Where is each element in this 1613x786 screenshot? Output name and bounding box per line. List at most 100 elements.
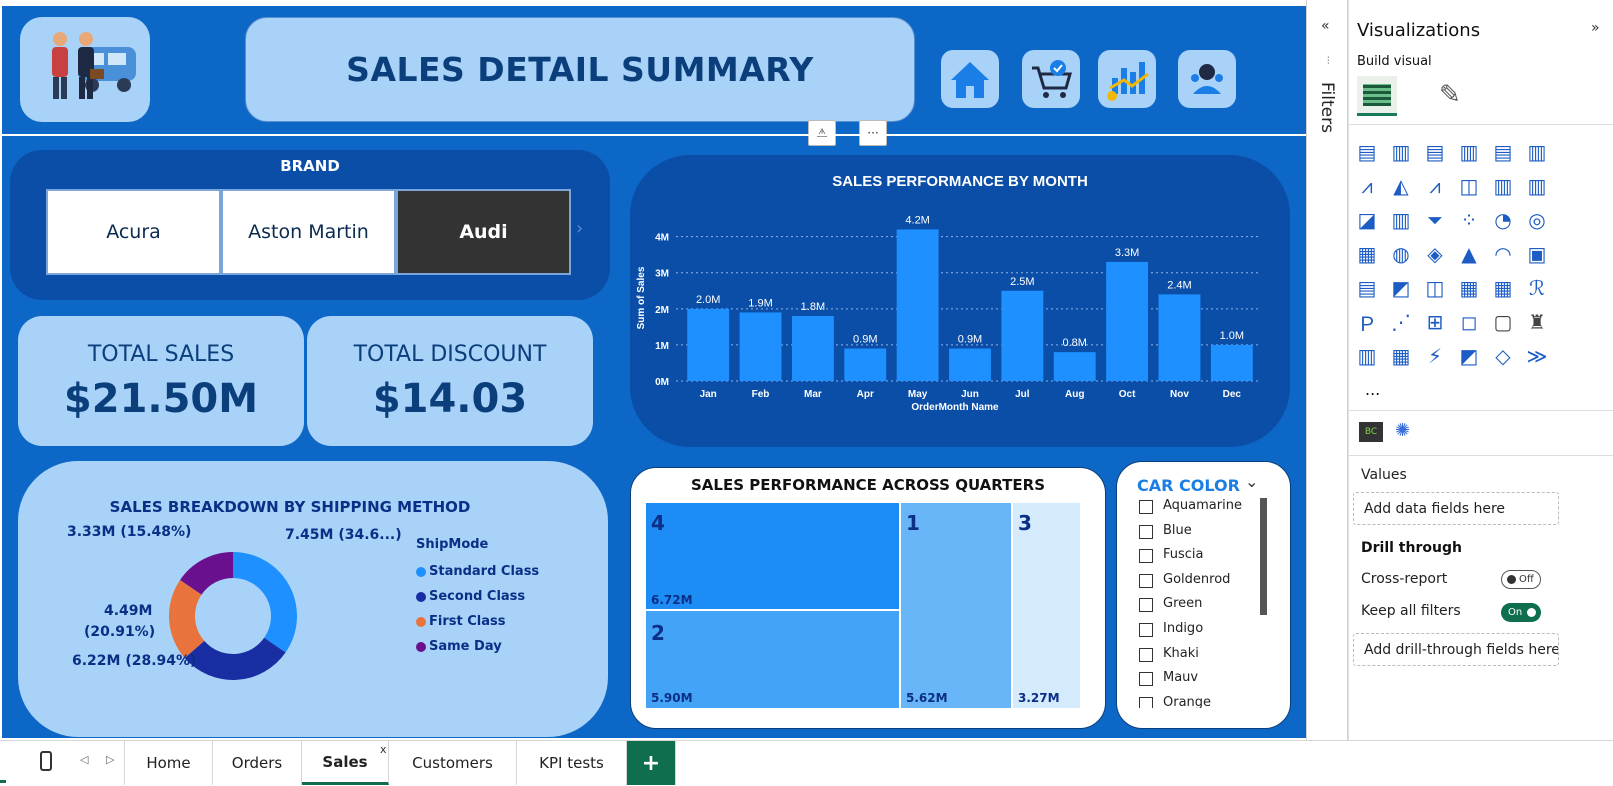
drill-through-drop-zone[interactable]: Add drill-through fields here [1353, 633, 1559, 666]
warning-icon[interactable]: ⚠ [808, 120, 836, 146]
kpi-icon[interactable]: ◩ [1389, 276, 1413, 300]
bar[interactable] [896, 229, 939, 381]
color-option-label[interactable]: Aquamarine [1163, 498, 1242, 513]
donut-slice[interactable] [233, 552, 297, 653]
color-option-label[interactable]: Orange [1163, 695, 1211, 708]
matrix-icon[interactable]: ▦ [1491, 276, 1515, 300]
clustered-column-icon[interactable]: ▥ [1457, 140, 1481, 164]
tab-home[interactable]: Home [124, 741, 213, 785]
stacked-bar-icon[interactable]: ▤ [1355, 140, 1379, 164]
funnel-icon[interactable]: ⏷ [1423, 208, 1447, 232]
shipping-donut-chart[interactable] [148, 531, 318, 701]
scatter-icon[interactable]: ⁘ [1457, 208, 1481, 232]
filled-map-icon[interactable]: ◈ [1423, 242, 1447, 266]
custom-visual-icon[interactable]: BC [1359, 422, 1383, 442]
100-bar-icon[interactable]: ▤ [1491, 140, 1515, 164]
color-option-label[interactable]: Blue [1163, 523, 1192, 538]
python-visual-icon[interactable]: Ｐ [1355, 310, 1379, 336]
paginated-icon[interactable]: ▥ [1355, 344, 1379, 368]
bar[interactable] [739, 312, 782, 381]
report-title-card[interactable]: SALES DETAIL SUMMARY [245, 17, 915, 122]
line-column-icon[interactable]: ▥ [1491, 174, 1515, 198]
color-option-label[interactable]: Mauv [1163, 670, 1198, 685]
format-visual-icon[interactable]: ✎ [1439, 80, 1461, 110]
cross-report-toggle[interactable]: Off [1501, 570, 1541, 589]
line-clustered-icon[interactable]: ▥ [1525, 174, 1549, 198]
treemap-tile-q3[interactable]: 3 3.27M [1013, 503, 1080, 708]
color-option-label[interactable]: Fuscia [1163, 547, 1204, 562]
trophy-icon[interactable]: ♜ [1525, 310, 1549, 334]
power-apps-icon[interactable]: ⚡ [1423, 344, 1447, 368]
diamond-icon[interactable]: ◇ [1491, 344, 1515, 368]
bar[interactable] [1106, 261, 1149, 381]
color-checkbox[interactable] [1139, 524, 1153, 539]
legend-item[interactable]: Same Day [416, 634, 539, 659]
column-icon[interactable]: ▥ [1389, 208, 1413, 232]
add-page-button[interactable]: + [627, 741, 676, 785]
stacked-area-icon[interactable]: ⩘ [1423, 174, 1447, 198]
stacked-column-icon[interactable]: ▥ [1389, 140, 1413, 164]
color-checkbox[interactable] [1139, 549, 1153, 564]
bar[interactable] [687, 308, 730, 381]
more-visuals-icon[interactable]: ... [1365, 380, 1380, 399]
clustered-bar-icon[interactable]: ▤ [1423, 140, 1447, 164]
brand-button-audi[interactable]: Audi [396, 189, 571, 275]
values-drop-zone[interactable]: Add data fields here [1353, 492, 1559, 525]
color-checkbox[interactable] [1139, 573, 1153, 588]
color-checkbox[interactable] [1139, 696, 1153, 708]
treemap-tile-q1[interactable]: 1 5.62M [901, 503, 1011, 708]
color-checkbox[interactable] [1139, 500, 1153, 514]
legend-item[interactable]: Standard Class [416, 559, 539, 584]
nav-home-button[interactable] [941, 50, 999, 108]
nav-customers-button[interactable] [1178, 50, 1236, 108]
map-icon[interactable]: ◍ [1389, 242, 1413, 266]
mobile-view-icon[interactable] [40, 751, 52, 771]
nav-orders-button[interactable] [1022, 50, 1080, 108]
keep-filters-toggle[interactable]: On [1501, 603, 1541, 622]
treemap-icon[interactable]: ▦ [1355, 242, 1379, 266]
tab-scroll-left-icon[interactable]: ◁ [80, 753, 88, 766]
qa-icon[interactable]: ◻ [1457, 310, 1481, 334]
close-tab-icon[interactable]: x [380, 743, 387, 756]
color-option-label[interactable]: Green [1163, 596, 1202, 611]
sales-by-month-chart[interactable]: SALES PERFORMANCE BY MONTH 0M 1M 2M 3M 4M Sum … [630, 155, 1290, 447]
bar[interactable] [1053, 352, 1096, 381]
tab-orders[interactable]: Orders [213, 741, 302, 785]
line-chart-icon[interactable]: ⩘ [1355, 174, 1379, 198]
slicer-icon[interactable]: ◫ [1423, 276, 1447, 300]
tab-sales[interactable]: Sales [302, 741, 389, 785]
area-chart-icon[interactable]: ◭ [1389, 174, 1413, 198]
color-checkbox[interactable] [1139, 672, 1153, 687]
color-option-label[interactable]: Indigo [1163, 621, 1203, 636]
multirow-card-icon[interactable]: ▤ [1355, 276, 1379, 300]
color-checkbox[interactable] [1139, 598, 1153, 613]
expand-right-icon[interactable]: » [1591, 20, 1600, 36]
bar[interactable] [1210, 344, 1253, 381]
brand-button-aston-martin[interactable]: Aston Martin [221, 189, 396, 275]
quarters-treemap-panel[interactable]: SALES PERFORMANCE ACROSS QUARTERS 4 6.72… [630, 467, 1106, 729]
filters-label[interactable]: Filters [1317, 82, 1337, 133]
azure-map-icon[interactable]: ▲ [1457, 242, 1481, 266]
brand-button-acura[interactable]: Acura [46, 189, 221, 275]
decomposition-tree-icon[interactable]: ⊞ [1423, 310, 1447, 334]
color-checkbox[interactable] [1139, 623, 1153, 637]
key-influencers-icon[interactable]: ⋰ [1389, 310, 1413, 334]
tab-customers[interactable]: Customers [389, 741, 517, 785]
100-column-icon[interactable]: ▥ [1525, 140, 1549, 164]
list-scrollbar[interactable] [1260, 498, 1267, 615]
chevron-right-icon[interactable]: › [576, 218, 583, 239]
filters-pane-collapsed[interactable]: « ⫶ Filters [1306, 0, 1348, 740]
color-checkbox[interactable] [1139, 647, 1153, 662]
chevron-icon[interactable]: ≫ [1525, 344, 1549, 368]
metrics-icon[interactable]: ▦ [1389, 344, 1413, 368]
waterfall-icon[interactable]: ◪ [1355, 208, 1379, 232]
donut-icon[interactable]: ◎ [1525, 208, 1549, 232]
color-option-label[interactable]: Khaki [1163, 646, 1199, 661]
treemap-tile-q4[interactable]: 4 6.72M [646, 503, 899, 609]
legend-item[interactable]: First Class [416, 609, 539, 634]
card-icon[interactable]: ▣ [1525, 242, 1549, 266]
month-chart-panel[interactable]: SALES PERFORMANCE BY MONTH 0M 1M 2M 3M 4M Sum … [630, 155, 1290, 447]
desktop-view-icon[interactable] [0, 743, 6, 783]
map-visual-icon[interactable]: ✺ [1395, 420, 1410, 441]
tab-kpi-tests[interactable]: KPI tests [517, 741, 627, 785]
